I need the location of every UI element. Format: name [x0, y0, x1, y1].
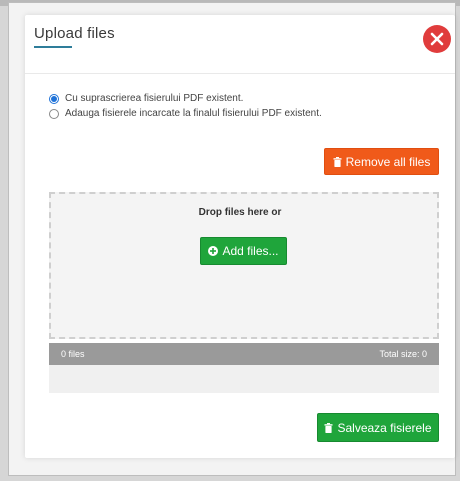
trash-icon	[333, 156, 342, 167]
remove-all-files-button[interactable]: Remove all files	[324, 148, 439, 175]
radio-overwrite[interactable]	[49, 93, 59, 104]
plus-circle-icon	[208, 246, 219, 256]
option-append-label: Adauga fisierele incarcate la finalul fi…	[65, 108, 322, 119]
remove-all-files-label: Remove all files	[345, 154, 431, 169]
save-files-label: Salveaza fisierele	[337, 420, 432, 435]
dialog-title: Upload files	[34, 25, 115, 42]
upload-dialog: Upload files Cu suprascrierea fisierului…	[25, 15, 455, 458]
file-list-area	[49, 365, 439, 393]
trash-icon	[324, 422, 333, 433]
close-button[interactable]	[423, 25, 451, 53]
add-files-button[interactable]: Add files...	[200, 237, 287, 265]
upload-status-bar: 0 files Total size: 0	[49, 343, 439, 365]
total-size: Total size: 0	[379, 349, 427, 359]
title-underline	[34, 46, 72, 48]
files-count: 0 files	[61, 349, 85, 359]
radio-append[interactable]	[49, 108, 59, 119]
save-files-button[interactable]: Salveaza fisierele	[317, 413, 439, 442]
option-append[interactable]: Adauga fisierele incarcate la finalul fi…	[49, 108, 322, 119]
option-overwrite-label: Cu suprascrierea fisierului PDF existent…	[65, 93, 244, 104]
header-divider	[25, 73, 455, 74]
close-icon	[430, 32, 444, 46]
add-files-label: Add files...	[222, 244, 279, 258]
modal-overlay: Upload files Cu suprascrierea fisierului…	[8, 2, 456, 476]
option-overwrite[interactable]: Cu suprascrierea fisierului PDF existent…	[49, 93, 243, 104]
drop-prompt: Drop files here or	[198, 207, 282, 218]
